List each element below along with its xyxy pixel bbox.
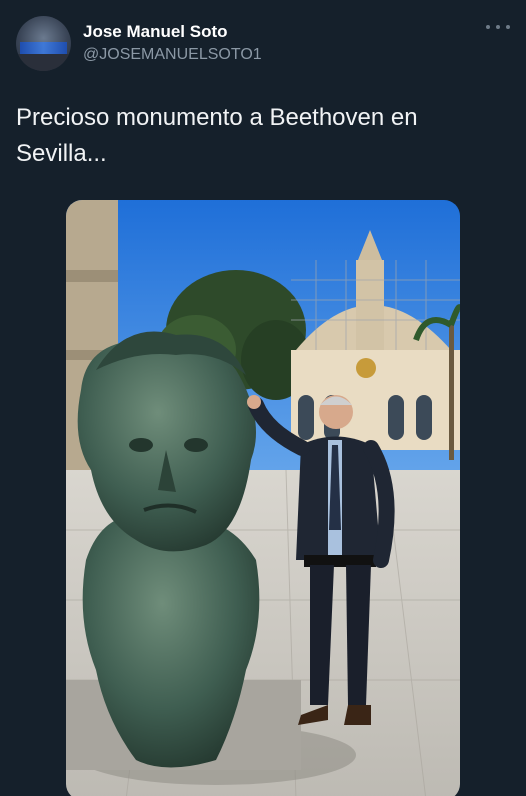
avatar-stage [20,42,67,54]
author-names: Jose Manuel Soto @JOSEMANUELSOTO1 [83,22,262,66]
more-dot [506,25,510,29]
tweet-photo[interactable] [66,200,460,796]
author-handle[interactable]: @JOSEMANUELSOTO1 [83,44,262,66]
tweet-header: Jose Manuel Soto @JOSEMANUELSOTO1 [16,16,510,72]
more-options-icon[interactable] [486,20,510,34]
tweet-card: Jose Manuel Soto @JOSEMANUELSOTO1 Precio… [0,0,526,796]
author-display-name[interactable]: Jose Manuel Soto [83,22,262,42]
more-dot [486,25,490,29]
photo-image [66,200,460,796]
profile-avatar-icon[interactable] [16,16,71,71]
avatar-crowd [16,54,71,71]
tweet-text: Precioso monumento a Beethoven en Sevill… [16,104,418,167]
more-dot [496,25,500,29]
